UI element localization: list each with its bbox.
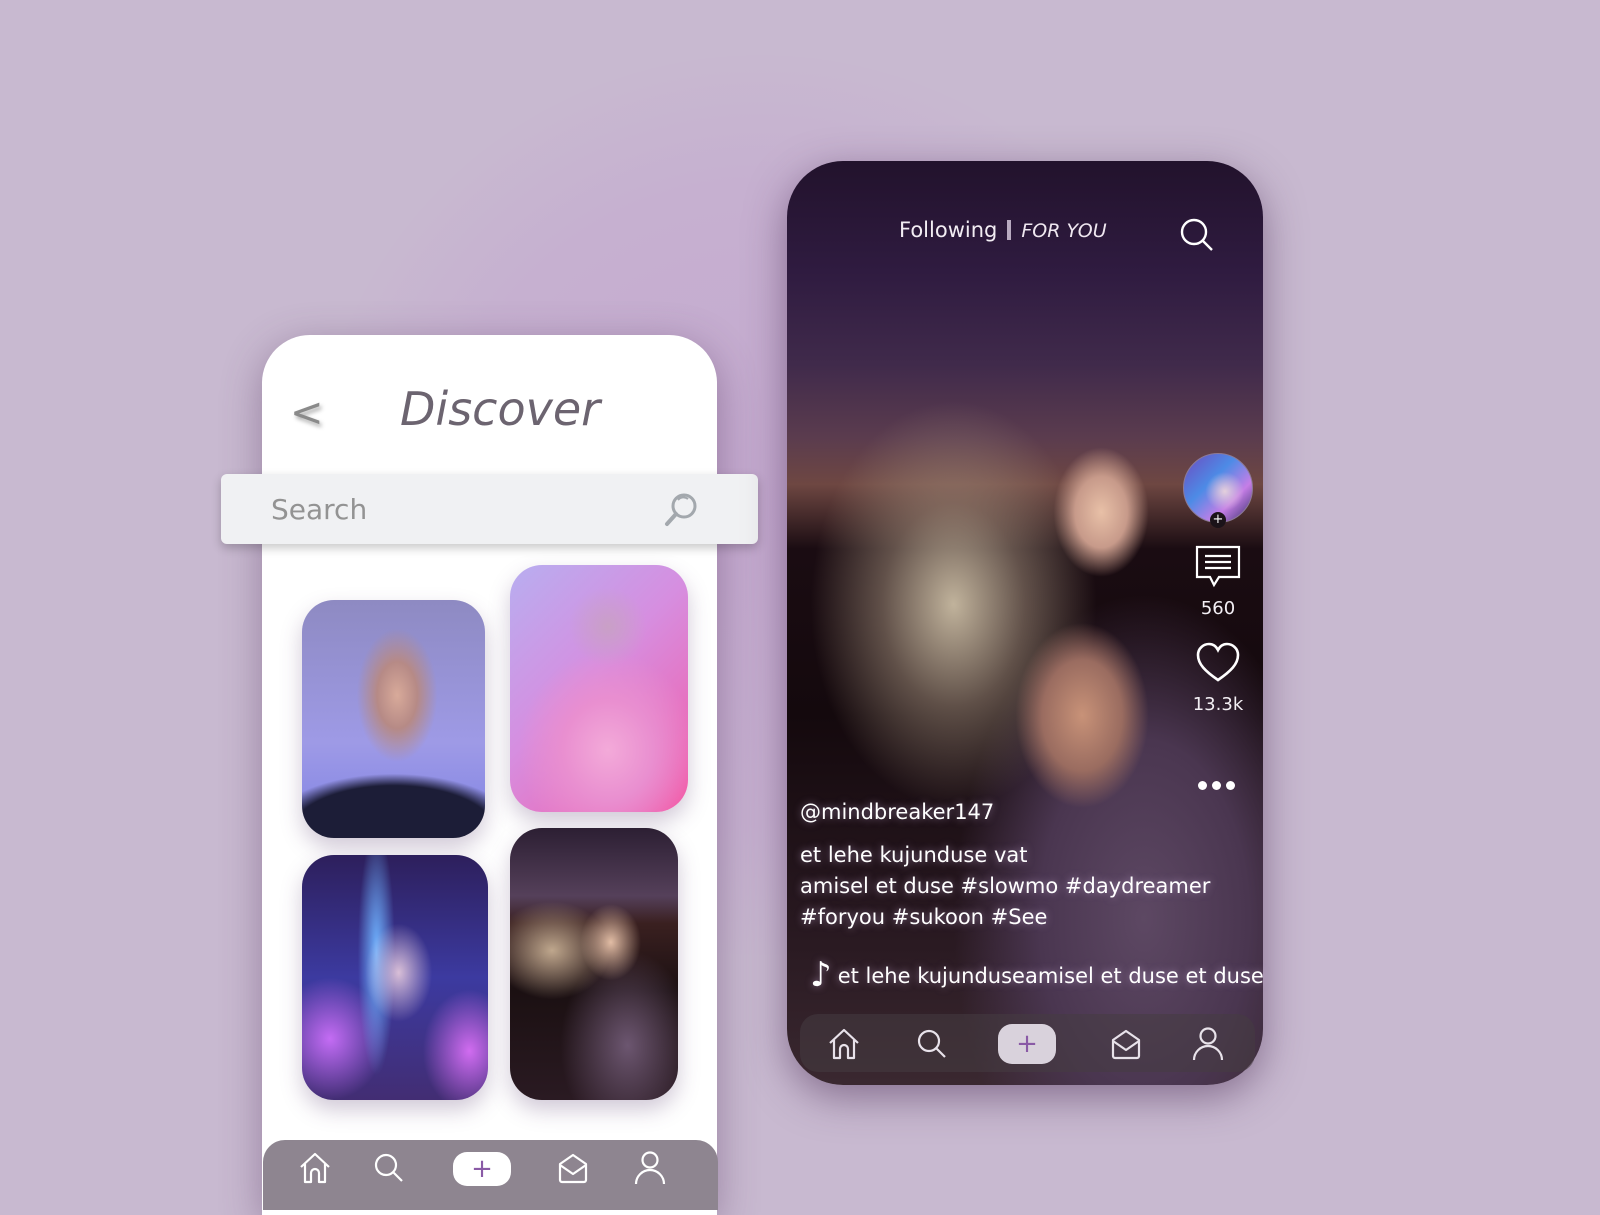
inbox-icon xyxy=(1111,1029,1141,1060)
nav-home-button[interactable] xyxy=(295,1148,335,1188)
feed-search-button[interactable] xyxy=(1178,216,1216,254)
comments-count: 560 xyxy=(1200,598,1236,619)
feed-phone-screen xyxy=(787,161,1263,1085)
comment-icon xyxy=(1195,545,1241,588)
search-icon[interactable] xyxy=(661,490,701,530)
search-icon xyxy=(917,1029,946,1058)
post-song[interactable]: ♪ et lehe kujunduseamisel et duse et duse xyxy=(810,955,1264,995)
nav-inbox-button[interactable] xyxy=(1106,1024,1146,1064)
plus-icon: + xyxy=(471,1154,493,1184)
tab-following[interactable]: Following xyxy=(899,218,997,242)
discover-tile-portrait-blue-woman[interactable] xyxy=(302,600,485,838)
song-title: et lehe kujunduseamisel et duse et duse xyxy=(837,964,1264,988)
feed-bottom-nav: + xyxy=(800,1014,1255,1072)
more-dot-icon xyxy=(1226,781,1235,790)
search-input[interactable] xyxy=(269,488,653,530)
search-icon xyxy=(374,1153,403,1182)
profile-icon xyxy=(634,1151,666,1185)
search-icon xyxy=(1180,218,1213,251)
description-line: et lehe kujunduse vat xyxy=(800,843,1028,867)
like-button[interactable] xyxy=(1195,642,1241,684)
discover-tile-portrait-neon-lights[interactable] xyxy=(302,855,488,1100)
tab-for-you[interactable]: FOR YOU xyxy=(1021,220,1106,242)
discover-tile-portrait-windswept-blonde[interactable] xyxy=(510,828,678,1100)
page-title: Discover xyxy=(400,382,601,436)
post-description: et lehe kujunduse vat amisel et duse #sl… xyxy=(800,840,1220,933)
home-icon xyxy=(829,1028,859,1060)
nav-search-button[interactable] xyxy=(912,1024,952,1064)
inbox-icon xyxy=(558,1153,588,1184)
nav-profile-button[interactable] xyxy=(1188,1022,1228,1064)
more-dot-icon xyxy=(1198,781,1207,790)
plus-icon: + xyxy=(1016,1029,1038,1059)
back-button[interactable]: < xyxy=(290,390,324,436)
feed-tabs: Following FOR YOU xyxy=(899,218,1107,242)
nav-inbox-button[interactable] xyxy=(553,1148,593,1188)
profile-icon xyxy=(1192,1027,1224,1061)
create-post-button[interactable]: + xyxy=(998,1024,1056,1064)
heart-icon xyxy=(1196,642,1240,682)
nav-profile-button[interactable] xyxy=(630,1146,670,1188)
comments-button[interactable] xyxy=(1195,545,1241,589)
discover-tile-portrait-pink-jacket[interactable] xyxy=(510,565,688,812)
post-username[interactable]: @mindbreaker147 xyxy=(800,800,994,824)
tab-divider xyxy=(1007,220,1012,240)
search-bar xyxy=(221,474,758,544)
nav-home-button[interactable] xyxy=(824,1024,864,1064)
likes-count: 13.3k xyxy=(1192,694,1244,715)
nav-search-button[interactable] xyxy=(369,1148,409,1188)
create-post-button[interactable]: + xyxy=(453,1152,511,1186)
more-dot-icon xyxy=(1212,781,1221,790)
follow-plus-button[interactable]: + xyxy=(1210,512,1226,528)
music-note-icon: ♪ xyxy=(810,955,832,995)
home-icon xyxy=(300,1152,330,1184)
more-options-button[interactable] xyxy=(1198,777,1242,790)
description-line: #foryou #sukoon #See xyxy=(800,905,1048,929)
description-line: amisel et duse #slowmo #daydreamer xyxy=(800,874,1211,898)
